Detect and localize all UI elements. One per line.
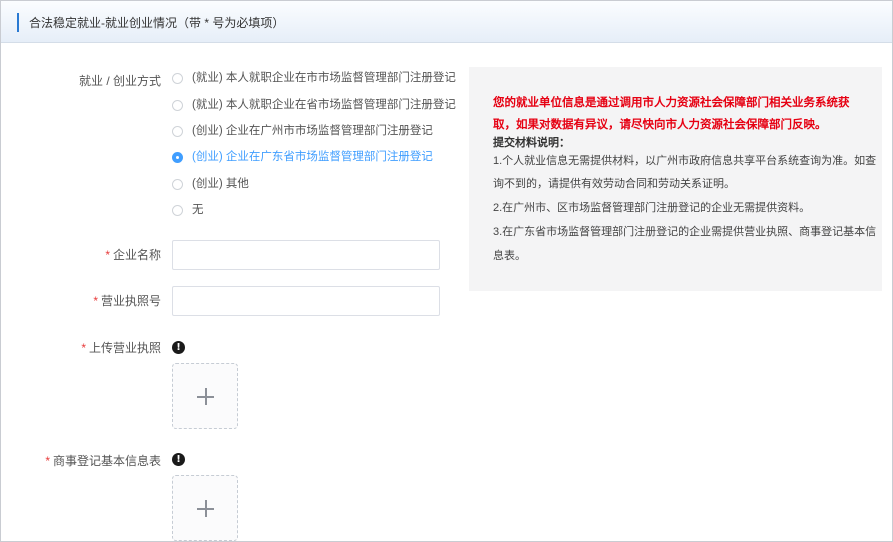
upload-license-button[interactable] bbox=[172, 363, 238, 429]
company-name-label: * 企业名称 bbox=[105, 247, 161, 263]
radio-option-label: 无 bbox=[192, 204, 204, 216]
radio-circle[interactable] bbox=[172, 125, 183, 137]
radio-option-0[interactable]: (就业) 本人就职企业在市市场监督管理部门注册登记 bbox=[172, 70, 456, 86]
exclamation-circle-icon[interactable]: ! bbox=[172, 453, 185, 466]
upload-license-label: * 上传营业执照 bbox=[81, 340, 161, 356]
upload-registration-button[interactable] bbox=[172, 475, 238, 541]
info-line: 息表。 bbox=[493, 250, 526, 262]
upload-license-label-text: 上传营业执照 bbox=[88, 341, 161, 355]
radio-option-label: (创业) 企业在广东省市场监督管理部门注册登记 bbox=[192, 151, 433, 163]
panel-header: 合法稳定就业-就业创业情况（带 * 号为必填项） bbox=[1, 1, 892, 43]
radio-circle[interactable] bbox=[172, 204, 183, 216]
plus-icon-vertical bbox=[205, 388, 207, 405]
info-line: 2.在广州市、区市场监督管理部门注册登记的企业无需提供资料。 bbox=[493, 202, 811, 214]
radio-option-label: (创业) 企业在广州市市场监督管理部门注册登记 bbox=[192, 125, 433, 137]
radio-option-label: (就业) 本人就职企业在省市场监督管理部门注册登记 bbox=[192, 99, 456, 111]
header-accent-bar bbox=[17, 13, 19, 32]
form-panel: 合法稳定就业-就业创业情况（带 * 号为必填项） 就业 / 创业方式 (就业) … bbox=[0, 0, 893, 542]
license-number-input[interactable] bbox=[172, 286, 440, 316]
radio-option-label: (创业) 其他 bbox=[192, 178, 249, 190]
radio-option-label: (就业) 本人就职企业在市市场监督管理部门注册登记 bbox=[192, 72, 456, 84]
radio-circle[interactable] bbox=[172, 99, 183, 111]
radio-circle-checked[interactable] bbox=[172, 151, 183, 163]
required-mark: * bbox=[105, 248, 110, 262]
materials-heading: 提交材料说明： bbox=[493, 137, 570, 149]
panel-title: 合法稳定就业-就业创业情况（带 * 号为必填项） bbox=[29, 16, 285, 30]
radio-circle[interactable] bbox=[172, 72, 183, 84]
info-line: 3.在广东省市场监督管理部门注册登记的企业需提供营业执照、商事登记基本信 bbox=[493, 226, 877, 238]
upload-registration-label: * 商事登记基本信息表 bbox=[45, 453, 161, 469]
radio-circle[interactable] bbox=[172, 178, 183, 190]
required-mark: * bbox=[93, 294, 98, 308]
notice-red-text: 您的就业单位信息是通过调用市人力资源社会保障部门相关业务系统获取，如果对数据有异… bbox=[493, 97, 850, 131]
company-name-label-text: 企业名称 bbox=[112, 248, 161, 262]
info-box: 您的就业单位信息是通过调用市人力资源社会保障部门相关业务系统获取，如果对数据有异… bbox=[469, 67, 882, 291]
company-name-input[interactable] bbox=[172, 240, 440, 270]
radio-option-4[interactable]: (创业) 其他 bbox=[172, 176, 249, 192]
radio-option-3-selected[interactable]: (创业) 企业在广东省市场监督管理部门注册登记 bbox=[172, 149, 433, 165]
radio-option-5[interactable]: 无 bbox=[172, 202, 204, 218]
radio-option-2[interactable]: (创业) 企业在广州市市场监督管理部门注册登记 bbox=[172, 123, 433, 139]
license-number-label-text: 营业执照号 bbox=[100, 294, 161, 308]
required-mark: * bbox=[81, 341, 86, 355]
exclamation-circle-icon[interactable]: ! bbox=[172, 341, 185, 354]
radio-option-1[interactable]: (就业) 本人就职企业在省市场监督管理部门注册登记 bbox=[172, 97, 456, 113]
employment-type-label: 就业 / 创业方式 bbox=[78, 74, 161, 88]
required-mark: * bbox=[45, 454, 50, 468]
info-line: 1.个人就业信息无需提供材料，以广州市政府信息共享平台系统查询为准。如查 bbox=[493, 155, 877, 167]
upload-registration-label-text: 商事登记基本信息表 bbox=[52, 454, 161, 468]
license-number-label: * 营业执照号 bbox=[93, 293, 161, 309]
plus-icon-vertical bbox=[205, 500, 207, 517]
info-line: 询不到的，请提供有效劳动合同和劳动关系证明。 bbox=[493, 178, 735, 190]
